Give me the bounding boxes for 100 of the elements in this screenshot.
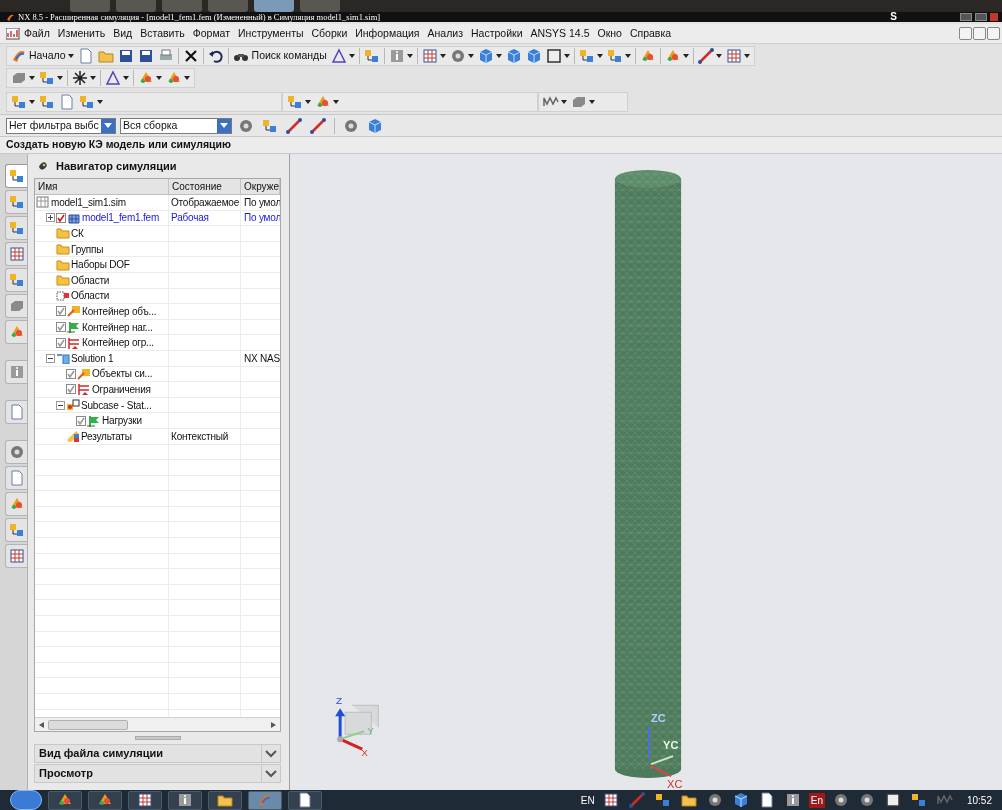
taskbar-button[interactable]	[208, 790, 242, 810]
filter-dropdown[interactable]: Нет фильтра выбс	[6, 117, 116, 134]
menu-item[interactable]: Справка	[625, 25, 676, 42]
tree-row[interactable]: model1_sim1.sim Отображаемое По умол	[35, 195, 280, 211]
resource-tab[interactable]	[5, 544, 27, 568]
resource-tab[interactable]	[5, 440, 27, 464]
item-name: Области	[71, 289, 110, 304]
checkbox[interactable]	[66, 368, 76, 379]
resource-tab[interactable]	[5, 216, 27, 240]
tree-row[interactable]: Контейнер объ...	[35, 304, 280, 320]
menu-item[interactable]: Инструменты	[234, 25, 308, 42]
chart-menu-icon[interactable]	[6, 27, 20, 40]
mesh-cylinder[interactable]	[614, 169, 682, 778]
folder-icon	[56, 258, 70, 271]
collapse-toggle[interactable]	[46, 353, 55, 363]
column-header[interactable]: Имя	[35, 179, 169, 194]
checkbox[interactable]	[66, 384, 76, 395]
menu-item[interactable]: ANSYS 14.5	[526, 25, 594, 42]
clock[interactable]: 10:52	[966, 792, 992, 808]
tree-row[interactable]: Subcase - Stat...	[35, 397, 280, 414]
filter-dropdown[interactable]: Вся сборка	[120, 117, 232, 134]
menu-item[interactable]: Информация	[351, 25, 424, 42]
resource-tab[interactable]	[5, 492, 27, 516]
tree-row[interactable]: Области	[35, 288, 280, 305]
taskbar-button[interactable]	[48, 790, 82, 810]
checkbox[interactable]	[56, 322, 66, 333]
nodes-icon	[8, 168, 25, 184]
horizontal-scrollbar[interactable]	[35, 717, 280, 731]
toolbar-button[interactable]	[103, 69, 131, 87]
language-indicator[interactable]: EN	[580, 792, 595, 808]
tree-row[interactable]: Нагрузки	[35, 413, 280, 429]
collapse-toggle[interactable]	[56, 400, 65, 410]
tree-row[interactable]: Контейнер огр...	[35, 335, 280, 351]
scroll-right-icon[interactable]	[271, 721, 276, 728]
taskbar-button[interactable]	[88, 790, 122, 810]
resource-tab[interactable]	[5, 294, 27, 318]
start-orb[interactable]	[10, 790, 42, 810]
menu-item[interactable]: Вид	[109, 25, 137, 42]
taskbar-button[interactable]	[168, 790, 202, 810]
expand-toggle[interactable]	[46, 213, 55, 223]
document-window-button[interactable]	[987, 27, 1000, 40]
checkbox[interactable]	[56, 212, 66, 223]
column-header[interactable]: Окруже	[241, 179, 280, 194]
menu-item[interactable]: Анализ	[423, 25, 467, 42]
tree-row[interactable]: Группы	[35, 241, 280, 258]
document-window-button[interactable]	[973, 27, 986, 40]
resource-tab[interactable]	[5, 164, 27, 188]
cube-icon	[477, 48, 494, 64]
menu-item[interactable]: Вставить	[136, 25, 189, 42]
document-window-button[interactable]	[959, 27, 972, 40]
tree-row[interactable]: Объекты си...	[35, 366, 280, 383]
toolbar-button[interactable]	[70, 69, 98, 87]
menu-item[interactable]: Изменить	[53, 25, 110, 42]
resource-tab[interactable]	[5, 360, 27, 384]
checkbox[interactable]	[56, 337, 66, 348]
section-header[interactable]: Вид файла симуляции	[34, 744, 281, 763]
start-button[interactable]: Начало	[9, 47, 76, 65]
item-name: Ограничения	[92, 382, 151, 397]
menu-item[interactable]: Файл	[20, 25, 54, 42]
tree-row[interactable]: Результаты Контекстный	[35, 428, 280, 445]
environment-text: По умол	[244, 195, 280, 210]
tree-row[interactable]: Контейнер наг...	[35, 319, 280, 336]
caret-icon	[333, 100, 339, 104]
scroll-left-icon[interactable]	[39, 721, 44, 728]
taskbar-button[interactable]	[128, 790, 162, 810]
tree-row[interactable]: СК	[35, 226, 280, 242]
resource-tab[interactable]	[5, 242, 27, 266]
taskbar-button[interactable]	[288, 790, 322, 810]
command-search-button[interactable]: Поиск команды	[230, 47, 329, 65]
tray-label[interactable]: En	[808, 792, 825, 808]
menu-item[interactable]: Формат	[188, 25, 235, 42]
triangle-icon	[105, 70, 121, 86]
tree-row[interactable]: Наборы DOF	[35, 257, 280, 273]
tree-row[interactable]: Solution 1 NX NAS	[35, 350, 280, 367]
resource-tab[interactable]	[5, 190, 27, 214]
menu-item[interactable]: Окно	[593, 25, 626, 42]
grid-icon	[602, 792, 619, 808]
scrollbar-thumb[interactable]	[48, 719, 128, 730]
pin-icon[interactable]	[38, 161, 48, 171]
caret-icon	[715, 54, 722, 58]
tree-row[interactable]: model1_fem1.fem Рабочая По умол	[35, 210, 280, 227]
section-header[interactable]: Просмотр	[34, 764, 281, 783]
graphics-viewport[interactable]: ZC YC XC Z Y X	[290, 154, 1002, 790]
caret-icon	[743, 54, 750, 58]
resource-tab[interactable]	[5, 518, 27, 542]
column-header[interactable]: Состояние	[169, 179, 241, 194]
tree-row[interactable]: Области	[35, 272, 280, 289]
checkbox[interactable]	[76, 415, 86, 426]
resource-tab[interactable]	[5, 268, 27, 292]
grid-icon	[8, 548, 25, 564]
splitter-handle[interactable]	[134, 736, 181, 740]
resource-tab[interactable]	[5, 320, 27, 344]
menu-item[interactable]: Сборки	[307, 25, 352, 42]
objects-icon	[77, 367, 91, 380]
tree-row[interactable]: Ограничения	[35, 382, 280, 398]
axis-label: Y	[367, 725, 374, 737]
checkbox[interactable]	[56, 306, 66, 317]
folder-icon	[97, 48, 114, 64]
menu-item[interactable]: Настройки	[467, 25, 527, 42]
toolbar-button[interactable]	[695, 47, 724, 65]
